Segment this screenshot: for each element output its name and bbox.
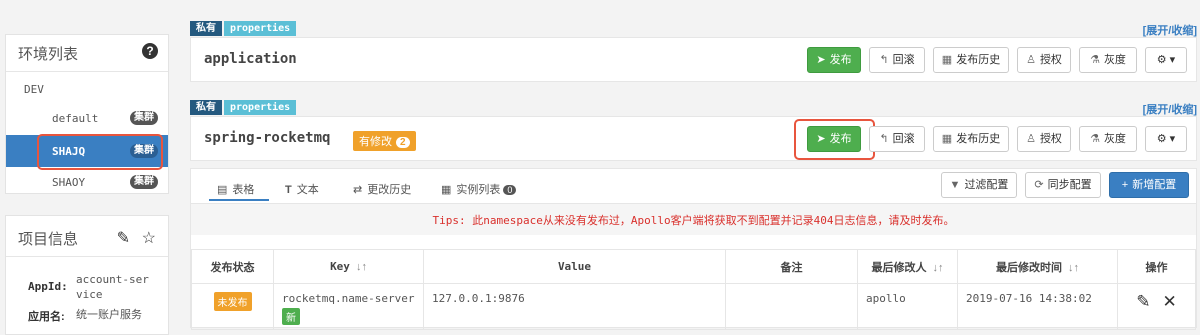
appid-label: AppId:	[28, 280, 68, 293]
divider	[6, 256, 168, 257]
edit-icon[interactable]: ✎	[1136, 292, 1150, 311]
filter-config-button[interactable]: ▼ 过滤配置	[941, 172, 1017, 198]
highlight-box	[37, 134, 163, 170]
modified-badge: 有修改 2	[353, 131, 416, 151]
col-modifier[interactable]: 最后修改人 ↓↑	[857, 249, 958, 284]
format-tag: properties	[224, 100, 297, 115]
cluster-default[interactable]: default 集群	[6, 103, 168, 133]
rollback-button[interactable]: ↰ 回滚	[869, 47, 925, 73]
tab-table[interactable]: ▤ 表格	[217, 181, 254, 197]
key-text: rocketmq.name-server	[282, 292, 415, 305]
calendar-icon: ▦	[941, 54, 953, 66]
flask-icon: ⚗	[1090, 133, 1100, 145]
settings-dropdown-button[interactable]: ⚙ ▾	[1145, 126, 1187, 152]
appid-value: account-ser vice	[76, 273, 149, 301]
edit-icon[interactable]: ✎	[117, 228, 130, 248]
sort-icon[interactable]: ↓↑	[356, 261, 367, 273]
tab-instances[interactable]: ▦ 实例列表 0	[441, 181, 517, 197]
plus-icon: +	[1121, 179, 1129, 191]
divider	[6, 71, 168, 72]
flask-icon: ⚗	[1090, 54, 1100, 66]
namespace-name: spring-rocketmq	[204, 130, 331, 146]
send-icon: ➤	[816, 54, 826, 66]
expand-collapse-link[interactable]: [展开/收缩]	[1143, 101, 1197, 117]
tips-text: Tips: 此namespace从来没有发布过，Apollo客户端将获取不到配置…	[432, 214, 955, 227]
sort-icon[interactable]: ↓↑	[1068, 262, 1079, 274]
config-table: 发布状态 Key ↓↑ Value 备注 最后修改人 ↓↑ 最后修改时间 ↓↑ 操作 …	[191, 249, 1196, 330]
sync-config-button[interactable]: ⟳ 同步配置	[1025, 172, 1101, 198]
user-icon: ♙	[1026, 54, 1036, 66]
user-icon: ♙	[1026, 133, 1036, 145]
private-tag: 私有	[190, 21, 222, 36]
namespace-content: ▤ 表格 T 文本 ⇄ 更改历史 ▦ 实例列表 0 ▼ 过滤配置 ⟳ 同步配置 + 新增配置 T…	[190, 168, 1197, 330]
cluster-name: SHAOY	[52, 176, 86, 189]
expand-collapse-link[interactable]: [展开/收缩]	[1143, 22, 1197, 38]
list-icon: ▦	[441, 184, 452, 196]
namespace-tags: 私有 properties	[190, 20, 297, 36]
publish-button[interactable]: ➤ 发布	[807, 47, 861, 73]
col-comment: 备注	[725, 249, 858, 284]
cluster-badge: 集群	[130, 175, 158, 189]
private-tag: 私有	[190, 100, 222, 115]
env-list-title: 环境列表	[18, 46, 79, 63]
calendar-icon: ▦	[941, 133, 953, 145]
settings-dropdown-button[interactable]: ⚙ ▾	[1145, 47, 1187, 73]
unpublished-badge: 未发布	[213, 292, 252, 311]
add-config-button[interactable]: + 新增配置	[1109, 172, 1189, 198]
col-key[interactable]: Key ↓↑	[273, 249, 424, 284]
table-icon: ▤	[217, 184, 228, 196]
gray-release-button[interactable]: ⚗ 灰度	[1079, 126, 1137, 152]
col-value: Value	[423, 249, 726, 284]
col-modified-time[interactable]: 最后修改时间 ↓↑	[957, 249, 1118, 284]
gray-release-button[interactable]: ⚗ 灰度	[1079, 47, 1137, 73]
filter-icon: ▼	[949, 179, 961, 191]
grant-button[interactable]: ♙ 授权	[1017, 47, 1071, 73]
grant-button[interactable]: ♙ 授权	[1017, 126, 1071, 152]
swap-icon: ⇄	[353, 184, 363, 196]
format-tag: properties	[224, 21, 297, 36]
text-icon: T	[285, 184, 292, 196]
env-list-panel: 环境列表 ? DEV default 集群 SHAJQ 集群 SHAOY 集群	[5, 34, 169, 194]
col-status: 发布状态	[191, 249, 274, 284]
cluster-name: default	[52, 112, 99, 125]
star-icon[interactable]: ☆	[142, 228, 156, 248]
sort-icon[interactable]: ↓↑	[933, 262, 944, 274]
delete-icon[interactable]: ✕	[1163, 292, 1177, 311]
gear-icon: ⚙ ▾	[1156, 54, 1176, 66]
rollback-button[interactable]: ↰ 回滚	[869, 126, 925, 152]
appname-value: 统一账户服务	[76, 309, 142, 321]
env-dev[interactable]: DEV	[24, 83, 44, 96]
col-operations: 操作	[1117, 249, 1196, 284]
namespace-header: application ➤ 发布 ↰ 回滚 ▦ 发布历史 ♙ 授权 ⚗ 灰度 ⚙ ▾	[190, 37, 1197, 82]
tips-bar: Tips: 此namespace从来没有发布过，Apollo客户端将获取不到配置…	[191, 203, 1196, 235]
namespace-name: application	[204, 51, 297, 67]
project-info-title: 项目信息	[18, 231, 79, 248]
cluster-badge: 集群	[130, 111, 158, 125]
publish-history-button[interactable]: ▦ 发布历史	[933, 47, 1009, 73]
sync-icon: ⟳	[1034, 179, 1044, 191]
active-tab-indicator	[209, 199, 269, 201]
rollback-icon: ↰	[879, 133, 889, 145]
gear-icon: ⚙ ▾	[1156, 133, 1176, 145]
namespace-header: spring-rocketmq 有修改 2 ➤ 发布 ↰ 回滚 ▦ 发布历史 ♙ 授权 ⚗…	[190, 116, 1197, 161]
project-info-panel: 项目信息 ✎ ☆ AppId: account-ser vice 应用名: 统一…	[5, 215, 169, 335]
help-icon[interactable]: ?	[142, 43, 158, 59]
publish-history-button[interactable]: ▦ 发布历史	[933, 126, 1009, 152]
appname-label: 应用名:	[28, 311, 65, 323]
rollback-icon: ↰	[879, 54, 889, 66]
cluster-shaoy[interactable]: SHAOY 集群	[6, 167, 168, 197]
table-header-row: 发布状态 Key ↓↑ Value 备注 最后修改人 ↓↑ 最后修改时间 ↓↑ 操作	[191, 249, 1196, 284]
modified-count: 2	[396, 137, 410, 148]
instances-count: 0	[503, 185, 517, 195]
new-badge: 新	[282, 308, 300, 325]
tab-text[interactable]: T 文本	[285, 181, 319, 197]
namespace-tags: 私有 properties	[190, 99, 297, 115]
tab-change-history[interactable]: ⇄ 更改历史	[353, 181, 411, 197]
highlight-box	[794, 119, 875, 160]
